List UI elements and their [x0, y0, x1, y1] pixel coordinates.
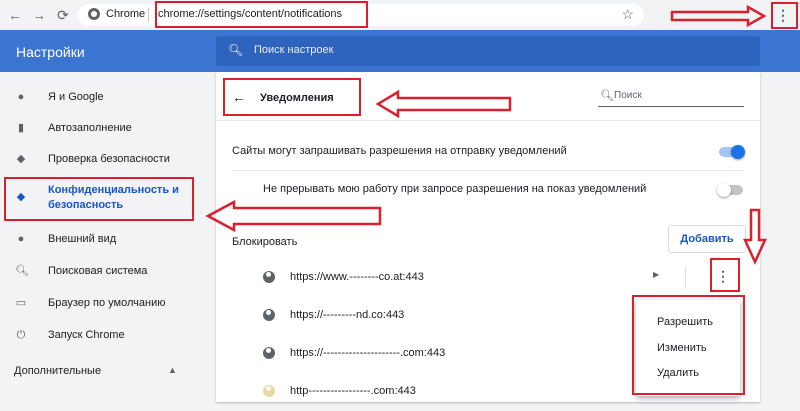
annotation-arrows — [205, 4, 767, 266]
arrow-to-kebab — [743, 208, 767, 266]
arrow-to-title — [375, 89, 512, 119]
arrow-to-menu — [670, 4, 767, 28]
arrow-to-sidebar — [205, 199, 382, 233]
